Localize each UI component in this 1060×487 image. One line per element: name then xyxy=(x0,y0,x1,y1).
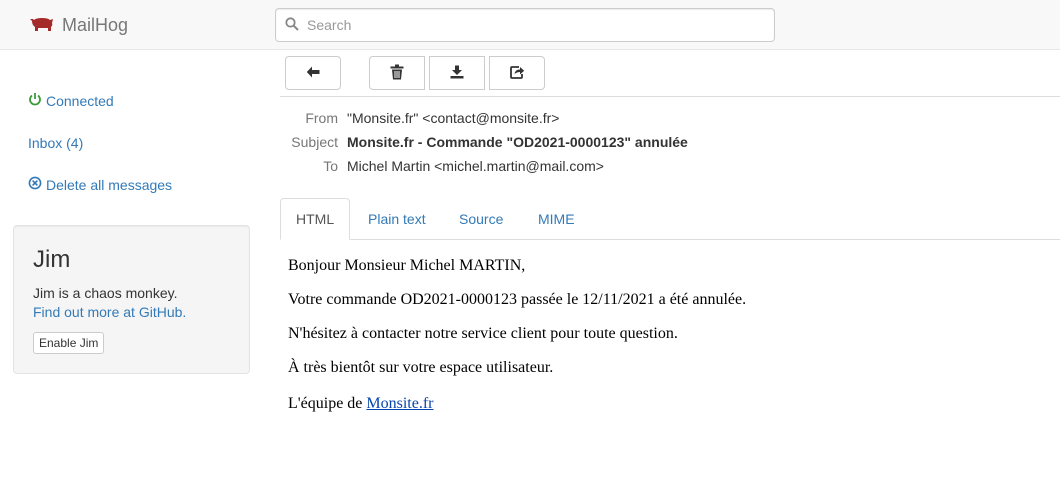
pig-logo-icon xyxy=(30,16,54,35)
body-greeting: Bonjour Monsieur Michel MARTIN, xyxy=(288,257,526,274)
sidebar-item-inbox[interactable]: Inbox (4) xyxy=(28,133,83,153)
delete-button[interactable] xyxy=(369,56,425,90)
share-icon xyxy=(509,65,525,82)
enable-jim-button[interactable]: Enable Jim xyxy=(33,332,105,354)
jim-description: Jim is a chaos monkey. xyxy=(33,285,178,301)
to-value: Michel Martin <michel.martin@mail.com> xyxy=(347,158,604,174)
connected-status[interactable]: Connected xyxy=(28,91,114,111)
search-box[interactable] xyxy=(275,8,775,42)
body-signature: L'équipe de Monsite.fr xyxy=(288,394,434,414)
message-view-tabs: HTML Plain text Source MIME xyxy=(280,198,1060,240)
monsite-link[interactable]: Monsite.fr xyxy=(366,395,433,412)
back-button[interactable] xyxy=(285,56,341,90)
search-icon xyxy=(285,16,299,34)
signature-prefix: L'équipe de xyxy=(288,395,367,412)
search-input[interactable] xyxy=(307,17,747,33)
body-line-order: Votre commande OD2021-0000123 passée le … xyxy=(288,291,747,308)
remove-circle-icon xyxy=(28,175,42,195)
tab-source[interactable]: Source xyxy=(443,198,519,240)
navbar: MailHog xyxy=(0,0,1060,50)
subject-row: Subject Monsite.fr - Commande "OD2021-00… xyxy=(280,132,1060,152)
body-line-contact: N'hésitez à contacter notre service clie… xyxy=(288,325,678,342)
power-icon xyxy=(28,91,42,111)
connected-label: Connected xyxy=(46,93,114,109)
body-line-closing: À très bientôt sur votre espace utilisat… xyxy=(288,359,554,376)
tab-mime[interactable]: MIME xyxy=(522,198,591,240)
trash-icon xyxy=(390,64,404,83)
jim-github-link[interactable]: Find out more at GitHub. xyxy=(33,302,186,322)
brand[interactable]: MailHog xyxy=(30,14,128,36)
delete-all-messages-link[interactable]: Delete all messages xyxy=(28,175,172,195)
app-title: MailHog xyxy=(62,15,129,35)
download-icon xyxy=(450,65,464,82)
from-row: From "Monsite.fr" <contact@monsite.fr> xyxy=(280,108,1060,128)
download-button[interactable] xyxy=(429,56,485,90)
release-button[interactable] xyxy=(489,56,545,90)
tab-html[interactable]: HTML xyxy=(280,198,351,240)
arrow-left-icon xyxy=(306,65,320,81)
from-label: From xyxy=(305,110,338,126)
inbox-label: Inbox (4) xyxy=(28,135,84,151)
subject-label: Subject xyxy=(291,134,338,150)
tab-plain-text[interactable]: Plain text xyxy=(352,198,442,240)
jim-title: Jim xyxy=(33,246,71,273)
to-row: To Michel Martin <michel.martin@mail.com… xyxy=(280,156,1060,176)
toolbar-divider xyxy=(280,96,1060,97)
from-value: "Monsite.fr" <contact@monsite.fr> xyxy=(347,110,560,126)
jim-panel: Jim Jim is a chaos monkey. Find out more… xyxy=(13,225,250,374)
delete-all-label: Delete all messages xyxy=(46,177,173,193)
subject-value: Monsite.fr - Commande "OD2021-0000123" a… xyxy=(347,134,688,150)
to-label: To xyxy=(323,158,338,174)
